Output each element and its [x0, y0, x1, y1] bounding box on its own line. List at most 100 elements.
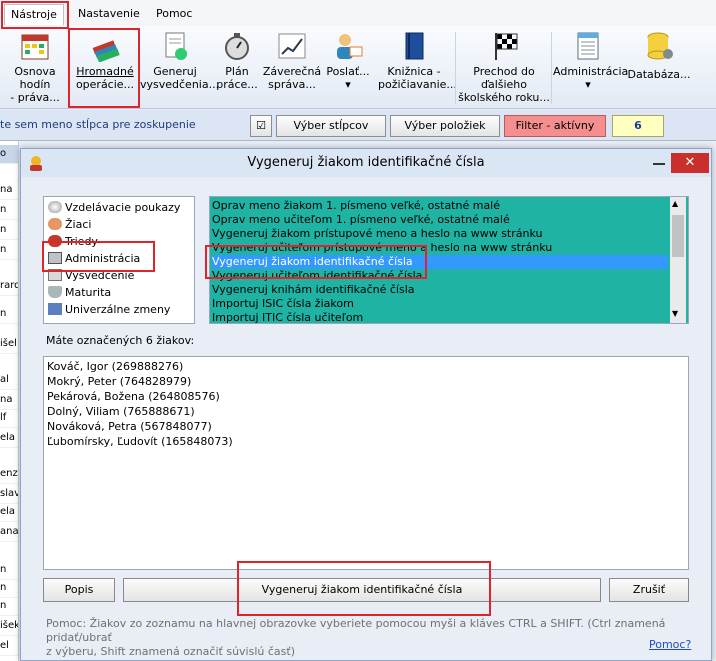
tree-item-maturita[interactable]: Maturita [48, 285, 111, 301]
ribbon-osnova-button[interactable]: Osnova hodín - práva... [0, 30, 70, 104]
tree-label: Administrácia [65, 252, 141, 265]
line-chart-icon [276, 30, 308, 62]
ribbon-plan-button[interactable]: Plán práce... [212, 30, 262, 91]
ribbon-separator [551, 32, 552, 104]
trophy-icon [48, 286, 62, 298]
grid-cell: el [0, 637, 18, 656]
ball-icon [48, 201, 62, 213]
student-item[interactable]: Pekárová, Božena (264808576) [47, 389, 220, 404]
grid-cell: ela [0, 503, 18, 522]
help-link[interactable]: Pomoc? [649, 638, 691, 651]
select-items-button[interactable]: Výber položiek [390, 115, 500, 137]
action-item[interactable]: Vygeneruj žiakom prístupové meno a heslo… [212, 227, 668, 241]
action-item[interactable]: Vygeneruj učiteľom identifikačné čísla [212, 269, 668, 283]
tree-item-ziaci[interactable]: Žiaci [48, 217, 91, 233]
label-line: operácie... [75, 78, 135, 91]
help-text-line: z výberu, Shift znamená označiť súvislú … [46, 645, 295, 658]
action-item[interactable]: Vygeneruj knihám identifikačné čísla [212, 283, 668, 297]
label-line: Prechod do [473, 65, 535, 78]
ribbon: Osnova hodín - práva... Hromadné operáci… [0, 26, 716, 109]
label-line: ▾ [345, 78, 351, 91]
grid-cell: n [0, 597, 18, 616]
close-icon[interactable]: ✕ [671, 153, 709, 173]
ribbon-poslat-button[interactable]: Poslať... ▾ [322, 30, 374, 91]
tree-item-administracia[interactable]: Administrácia [48, 251, 140, 267]
calendar-icon [19, 30, 51, 62]
generate-ids-button[interactable]: Vygeneruj žiakom identifikačné čísla [123, 578, 601, 602]
student-icon [48, 218, 62, 230]
label-line: Knižnica - [387, 65, 441, 78]
ribbon-zaverecna-button[interactable]: Záverečná správa... [262, 30, 322, 91]
label-line: Hromadné [76, 65, 134, 78]
action-item-selected[interactable]: Vygeneruj žiakom identifikačné čísla [212, 255, 668, 269]
select-columns-button[interactable]: Výber stĺpcov [276, 115, 386, 137]
grid-cell: enzia [0, 465, 18, 484]
grid-cell: na [0, 391, 18, 410]
menu-bar: Nástroje Nastavenie Pomoc [0, 0, 716, 27]
cancel-button[interactable]: Zrušiť [609, 578, 689, 602]
minimize-icon[interactable] [653, 163, 665, 165]
students-list: Kováč, Igor (269888276) Mokrý, Peter (76… [43, 356, 689, 570]
scroll-up-icon[interactable]: ▲ [672, 199, 678, 208]
help-text: Pomoc: Žiakov zo zoznamu na hlavnej obra… [46, 617, 696, 659]
student-item[interactable]: Kováč, Igor (269888276) [47, 359, 183, 374]
database-icon [643, 30, 675, 62]
ribbon-prechod-button[interactable]: Prechod do ďalšieho školského roku... [458, 30, 550, 104]
label-line: ďalšieho [480, 78, 528, 91]
label-line: Generuj [153, 65, 197, 78]
document-refresh-icon [159, 30, 191, 62]
scroll-down-icon[interactable]: ▼ [672, 309, 678, 318]
grid-cell: ana [0, 523, 18, 542]
student-item[interactable]: Dolný, Viliam (765888671) [47, 404, 195, 419]
filter-active-button[interactable]: Filter - aktívny [504, 115, 606, 137]
stopwatch-icon [221, 30, 253, 62]
cube-icon [48, 303, 62, 315]
ribbon-hromadne-button[interactable]: Hromadné operácie... [72, 30, 138, 91]
label-line: Záverečná [262, 65, 322, 78]
tab-nastavenie[interactable]: Nastavenie [72, 4, 146, 24]
books-icon [89, 30, 121, 63]
dialog-title: Vygeneruj žiakom identifikačné čísla [247, 155, 485, 170]
tree-label: Maturita [65, 286, 112, 299]
label-line: vysvedčenia... [140, 78, 220, 91]
checkbox-toggle[interactable]: ☑ [250, 115, 272, 137]
tree-item-vzdelavacie[interactable]: Vzdelávacie poukazy [48, 200, 180, 216]
grid-cell: ela [0, 429, 18, 448]
ribbon-generuj-button[interactable]: Generuj vysvedčenia... [140, 30, 220, 91]
certificate-icon [48, 269, 62, 281]
student-item[interactable]: Mokrý, Peter (764828979) [47, 374, 191, 389]
grid-cell: išek [0, 617, 18, 636]
ribbon-kniznica-button[interactable]: Knižnica - požičiavanie... [378, 30, 457, 91]
dialog-titlebar[interactable]: Vygeneruj žiakom identifikačné čísla ✕ [21, 149, 711, 177]
category-tree: Vzdelávacie poukazy Žiaci Triedy Adminis… [43, 196, 195, 324]
student-item[interactable]: Nováková, Petra (567848077) [47, 419, 212, 434]
tree-label: Vzdelávacie poukazy [65, 201, 181, 214]
ribbon-administracia-button[interactable]: Administrácia ▾ [553, 30, 628, 91]
action-item[interactable]: Importuj ITIC čísla učiteľom [212, 311, 668, 323]
action-item[interactable]: Vygeneruj učiteľom prístupové meno a hes… [212, 241, 668, 255]
tree-item-vysvedcenie[interactable]: Vysvedčenie [48, 268, 134, 284]
action-item[interactable]: Oprav meno učiteľom 1. písmeno veľké, os… [212, 213, 668, 227]
label-line: ▾ [585, 78, 591, 91]
actions-list: Oprav meno žiakom 1. písmeno veľké, osta… [209, 196, 689, 324]
tree-item-triedy[interactable]: Triedy [48, 234, 98, 250]
label-line: školského roku... [458, 91, 550, 104]
scroll-thumb[interactable] [672, 215, 684, 257]
action-item[interactable]: Importuj ISIC čísla žiakom [212, 297, 668, 311]
grid-cell: n [0, 221, 18, 240]
action-item[interactable]: Oprav meno žiakom 1. písmeno veľké, osta… [212, 199, 668, 213]
student-item[interactable]: Ľubomírsky, Ľudovít (165848073) [47, 434, 233, 449]
ribbon-databaza-button[interactable]: Databáza... [626, 30, 692, 81]
grid-cell: n [0, 241, 18, 260]
checkered-flag-icon [488, 30, 520, 62]
grid-cell: n [0, 305, 18, 324]
tab-nastroje[interactable]: Nástroje [4, 4, 64, 25]
tree-item-univerzalne[interactable]: Univerzálne zmeny [48, 302, 170, 318]
label-line: Plán [225, 65, 249, 78]
tab-pomoc[interactable]: Pomoc [150, 4, 198, 24]
book-icon [398, 30, 430, 62]
grouping-strip: te sem meno stĺpca pre zoskupenie ☑ Výbe… [0, 110, 716, 141]
actions-scrollbar[interactable]: ▲ ▼ [670, 197, 686, 323]
background-grid-column: o na n n n rard n išel al na lf ela enzi… [0, 141, 19, 661]
help-button[interactable]: Popis [43, 578, 115, 602]
